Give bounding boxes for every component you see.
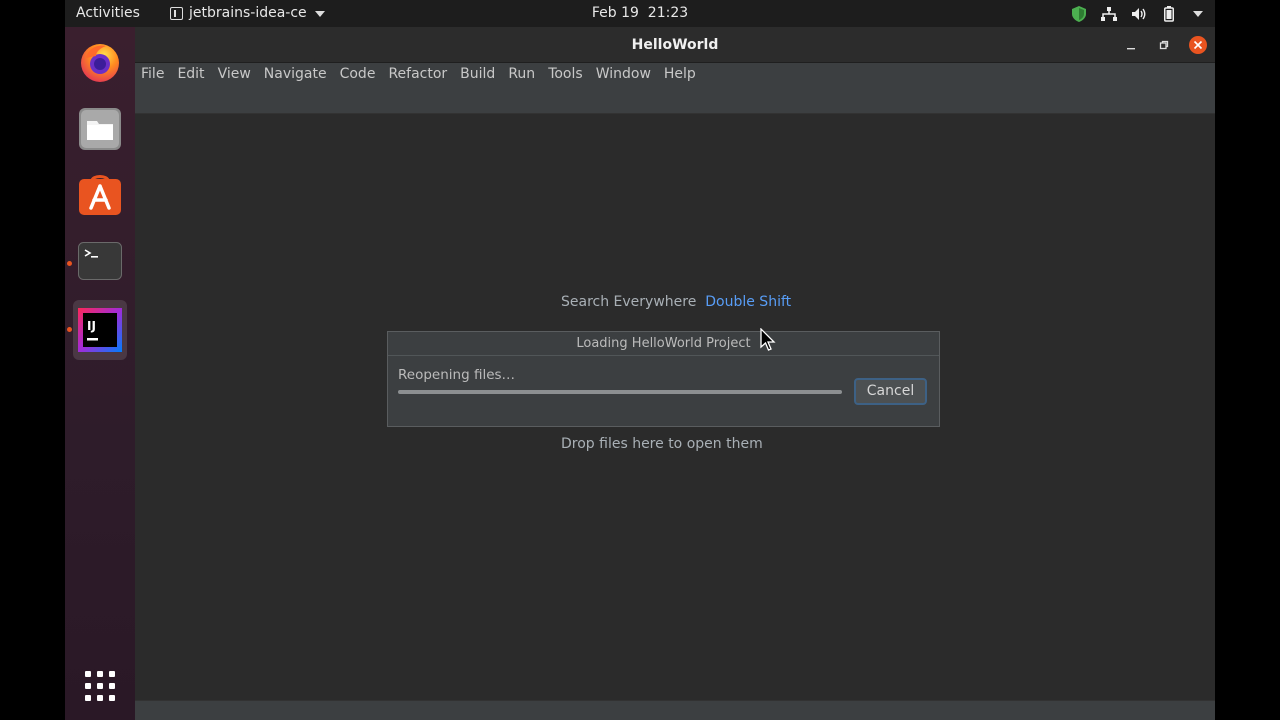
- files-icon: [79, 108, 121, 150]
- dock-firefox[interactable]: [73, 35, 127, 89]
- ubuntu-dock: IJ: [65, 27, 135, 720]
- status-bar: [135, 700, 1215, 720]
- search-everywhere-shortcut: Double Shift: [705, 294, 792, 310]
- progress-bar: [398, 390, 842, 394]
- minimize-button[interactable]: [1121, 35, 1141, 55]
- restore-icon: [1159, 40, 1169, 50]
- menu-tools[interactable]: Tools: [548, 63, 583, 85]
- menu-refactor[interactable]: Refactor: [388, 63, 447, 85]
- minimize-icon: [1127, 48, 1135, 50]
- running-indicator: [67, 327, 72, 332]
- loading-project-dialog: Loading HelloWorld Project Reopening fil…: [387, 331, 940, 427]
- close-icon: [1189, 36, 1207, 54]
- close-button[interactable]: [1188, 35, 1208, 55]
- drop-files-hint: Drop files here to open them: [561, 436, 763, 452]
- maximize-button[interactable]: [1154, 35, 1174, 55]
- software-store-icon: [79, 175, 121, 215]
- menu-window[interactable]: Window: [596, 63, 651, 85]
- gnome-top-bar: Activities jetbrains-idea-ce Feb 19 21:2…: [65, 0, 1215, 27]
- menu-file[interactable]: File: [141, 63, 164, 85]
- menu-help[interactable]: Help: [664, 63, 696, 85]
- clock-date: Feb 19: [591, 5, 639, 21]
- chevron-down-icon: [314, 10, 325, 17]
- menu-code[interactable]: Code: [340, 63, 376, 85]
- menu-view[interactable]: View: [218, 63, 251, 85]
- show-applications-button[interactable]: [73, 659, 127, 713]
- volume-icon[interactable]: [1131, 6, 1147, 22]
- system-tray[interactable]: [1071, 0, 1203, 27]
- menu-run[interactable]: Run: [508, 63, 535, 85]
- dock-files[interactable]: [73, 102, 127, 156]
- dialog-title: Loading HelloWorld Project: [388, 332, 939, 356]
- battery-icon[interactable]: [1161, 5, 1177, 22]
- window-title: HelloWorld: [631, 37, 719, 53]
- menu-navigate[interactable]: Navigate: [264, 63, 327, 85]
- running-indicator: [67, 261, 72, 266]
- firefox-icon: [81, 44, 119, 82]
- activities-button[interactable]: Activities: [65, 0, 155, 27]
- dialog-status-message: Reopening files…: [398, 367, 516, 383]
- clock-button[interactable]: Feb 19 21:23: [592, 5, 688, 21]
- mouse-cursor-icon: [760, 328, 776, 351]
- dock-intellij[interactable]: IJ: [73, 300, 127, 360]
- search-everywhere-hint: Search Everywhere Double Shift: [561, 294, 791, 310]
- dock-terminal[interactable]: [73, 235, 127, 289]
- shield-icon[interactable]: [1071, 5, 1087, 22]
- network-icon[interactable]: [1101, 6, 1117, 22]
- system-menu-caret-icon[interactable]: [1193, 10, 1203, 17]
- menu-build[interactable]: Build: [460, 63, 495, 85]
- window-title-bar[interactable]: HelloWorld: [135, 27, 1215, 63]
- clock-time: 21:23: [647, 5, 689, 21]
- terminal-icon: [78, 242, 122, 280]
- ide-menu-bar: File Edit View Navigate Code Refactor Build Run…: [135, 63, 1215, 114]
- menu-edit[interactable]: Edit: [177, 63, 204, 85]
- svg-text:IJ: IJ: [87, 319, 96, 333]
- app-menu-icon: [170, 7, 183, 20]
- cancel-button[interactable]: Cancel: [854, 378, 927, 405]
- search-everywhere-label: Search Everywhere: [561, 294, 697, 310]
- dock-software[interactable]: [73, 168, 127, 222]
- app-grid-icon: [85, 671, 115, 701]
- intellij-icon: IJ: [78, 308, 122, 352]
- app-menu-label: jetbrains-idea-ce: [189, 5, 307, 21]
- progress-bar-fill: [398, 390, 842, 394]
- app-menu[interactable]: jetbrains-idea-ce: [170, 0, 325, 27]
